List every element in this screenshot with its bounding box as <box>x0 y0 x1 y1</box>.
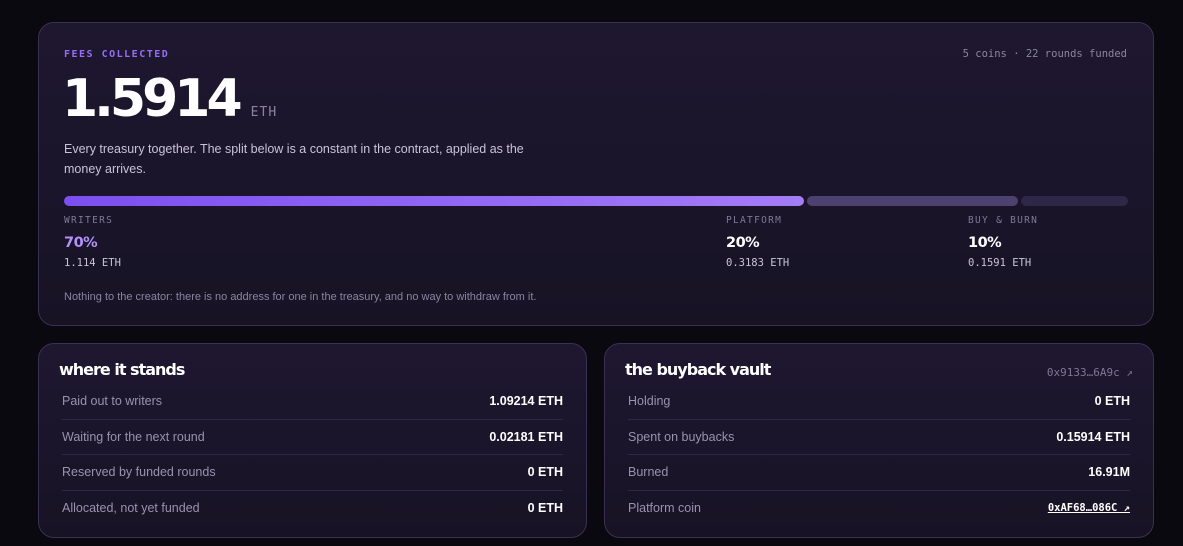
where-it-stands-card: where it stands Paid out to writers 1.09… <box>38 343 587 538</box>
split-platform-percent: 20% <box>726 235 760 251</box>
row-label: Platform coin <box>628 501 701 516</box>
buyback-vault-card: the buyback vault 0x9133…6A9c ↗ Holding … <box>604 343 1154 538</box>
split-platform: PLATFORM 20% 0.3183 ETH <box>726 215 789 269</box>
split-bar-platform <box>807 196 1018 206</box>
fees-total: 1.5914 ETH <box>62 69 277 129</box>
split-writers-percent: 70% <box>64 235 98 251</box>
buyback-vault-title: the buyback vault <box>625 360 771 379</box>
list-item: Paid out to writers 1.09214 ETH <box>62 384 563 420</box>
where-it-stands-title: where it stands <box>59 360 185 379</box>
row-label: Waiting for the next round <box>62 429 205 444</box>
vault-address-link[interactable]: 0x9133…6A9c ↗ <box>1047 366 1133 379</box>
split-burn: BUY & BURN 10% 0.1591 ETH <box>968 215 1038 269</box>
row-label: Paid out to writers <box>62 394 163 409</box>
row-label: Spent on buybacks <box>628 429 735 444</box>
fees-footnote: Nothing to the creator: there is no addr… <box>64 291 537 303</box>
row-label: Reserved by funded rounds <box>62 465 216 480</box>
row-value: 0 ETH <box>1094 394 1130 409</box>
fees-eyebrow: FEES COLLECTED <box>64 49 170 60</box>
list-item: Spent on buybacks 0.15914 ETH <box>628 420 1130 455</box>
split-bar <box>64 196 1128 207</box>
row-value: 0.15914 ETH <box>1056 429 1130 444</box>
list-item: Holding 0 ETH <box>628 384 1130 420</box>
list-item: Burned 16.91M <box>628 455 1130 491</box>
list-item: Reserved by funded rounds 0 ETH <box>62 455 563 491</box>
split-writers: WRITERS 70% 1.114 ETH <box>64 215 121 269</box>
fees-collected-card: FEES COLLECTED 5 coins · 22 rounds funde… <box>38 22 1154 326</box>
split-platform-label: PLATFORM <box>726 215 783 226</box>
fees-total-unit: ETH <box>250 105 278 120</box>
split-bar-burn <box>1021 196 1128 206</box>
fees-description: Every treasury together. The split below… <box>64 142 524 176</box>
row-value: 0 ETH <box>527 465 563 480</box>
row-label: Holding <box>628 394 671 409</box>
platform-coin-link[interactable]: 0xAF68…086C ↗ <box>1048 502 1130 514</box>
row-value: 1.09214 ETH <box>489 394 563 409</box>
row-label: Burned <box>628 465 669 480</box>
list-item: Waiting for the next round 0.02181 ETH <box>62 420 563 455</box>
split-burn-percent: 10% <box>968 235 1002 251</box>
buyback-vault-list: Holding 0 ETH Spent on buybacks 0.15914 … <box>628 384 1130 526</box>
row-value: 0 ETH <box>527 501 563 516</box>
split-writers-eth: 1.114 ETH <box>64 257 121 269</box>
row-value: 16.91M <box>1088 465 1130 480</box>
list-item: Allocated, not yet funded 0 ETH <box>62 491 563 527</box>
fees-meta: 5 coins · 22 rounds funded <box>962 48 1127 60</box>
fees-total-value: 1.5914 <box>62 69 243 129</box>
split-writers-label: WRITERS <box>64 215 114 226</box>
split-burn-label: BUY & BURN <box>968 215 1039 226</box>
row-value: 0.02181 ETH <box>489 429 563 444</box>
split-bar-writers <box>64 196 804 206</box>
row-label: Allocated, not yet funded <box>62 501 200 516</box>
split-burn-eth: 0.1591 ETH <box>968 257 1032 269</box>
list-item: Platform coin 0xAF68…086C ↗ <box>628 491 1130 527</box>
where-it-stands-list: Paid out to writers 1.09214 ETH Waiting … <box>62 384 563 526</box>
split-platform-eth: 0.3183 ETH <box>726 257 790 269</box>
